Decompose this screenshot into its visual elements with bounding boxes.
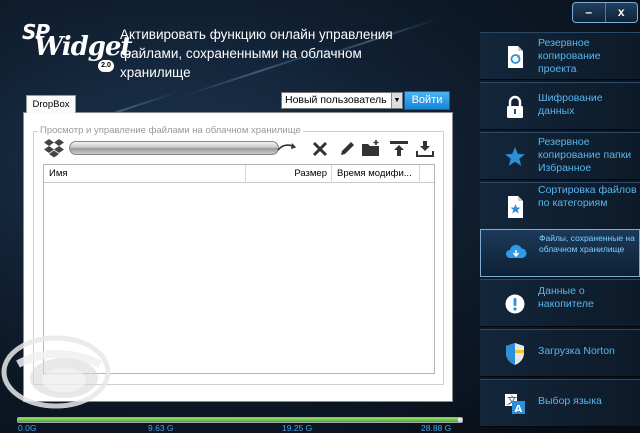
sidebar-item-cloud-files[interactable]: Файлы, сохраненные на облачном хранилище: [480, 229, 640, 277]
header-title: Активировать функцию онлайн управления ф…: [120, 27, 393, 80]
sidebar-item-label: Резервное копирование проекта: [538, 37, 601, 75]
sidebar-item-label: Сортировка файлов по категориям: [538, 184, 637, 209]
capacity-bar: [17, 417, 463, 423]
upload-icon[interactable]: [389, 140, 409, 158]
sidebar-item-language[interactable]: 文 A Выбор языка: [480, 379, 640, 427]
capacity-scale-label: 19.25 G: [282, 423, 313, 433]
column-header-modified[interactable]: Время модифи...: [332, 165, 420, 183]
path-bar: [69, 141, 279, 155]
capacity-scale-label: 0.0G: [18, 423, 37, 433]
window-controls: – x: [572, 2, 638, 23]
column-header-name[interactable]: Имя: [44, 165, 246, 183]
sidebar-item-sort-files[interactable]: Сортировка файлов по категориям: [480, 182, 640, 230]
backup-project-icon: [508, 46, 523, 68]
sidebar: Резервное копирование проекта Шифрование…: [480, 32, 640, 433]
sidebar-item-encryption[interactable]: Шифрование данных: [480, 82, 640, 130]
sidebar-item-label: Загрузка Norton: [538, 345, 615, 357]
sidebar-item-label: Резервное копирование папки Избранное: [538, 136, 632, 174]
download-icon[interactable]: [415, 140, 435, 158]
sidebar-item-label: Выбор языка: [538, 395, 602, 407]
back-arrow-icon[interactable]: [277, 141, 297, 153]
login-button[interactable]: Войти: [404, 91, 450, 110]
capacity-scale-label: 9.63 G: [148, 423, 174, 433]
lock-icon: [507, 95, 523, 118]
watermark-logo: [1, 335, 111, 409]
user-select[interactable]: Новый пользователь ▼: [281, 92, 403, 109]
chevron-down-icon[interactable]: ▼: [391, 93, 402, 108]
sidebar-item-label: Файлы, сохраненные на облачном хранилище: [539, 233, 635, 254]
sidebar-item-favorites-backup[interactable]: Резервное копирование папки Избранное: [480, 132, 640, 180]
app-logo: SP Widget 2.0: [14, 18, 133, 76]
favorites-star-icon: [505, 147, 525, 166]
edit-icon[interactable]: [337, 140, 357, 158]
sidebar-item-label: Шифрование данных: [538, 92, 603, 117]
dropbox-icon: [44, 139, 64, 158]
column-header-size[interactable]: Размер: [246, 165, 332, 183]
sidebar-item-backup-project[interactable]: Резервное копирование проекта: [480, 32, 640, 80]
svg-text:A: A: [515, 404, 523, 415]
new-folder-icon[interactable]: [361, 140, 381, 158]
sort-files-icon: [508, 196, 523, 218]
norton-shield-icon: [506, 343, 524, 365]
cloud-icon: [506, 244, 527, 258]
user-select-value: Новый пользователь: [285, 94, 387, 106]
tab-dropbox[interactable]: DropBox: [26, 95, 76, 113]
table-header: Имя Размер Время модифи...: [44, 165, 434, 183]
logo-version-badge: 2.0: [98, 60, 114, 72]
sidebar-item-norton-download[interactable]: Загрузка Norton: [480, 329, 640, 377]
minimize-button[interactable]: –: [573, 3, 605, 22]
logo-widget-text: Widget: [34, 32, 133, 62]
close-button[interactable]: x: [604, 3, 638, 22]
app-window: SP Widget 2.0 Активировать функцию онлай…: [0, 0, 640, 433]
delete-icon[interactable]: [310, 140, 330, 158]
sidebar-item-label: Данные о накопителе: [538, 285, 594, 310]
language-icon: 文 A: [505, 394, 525, 415]
capacity-bar-fill: [18, 418, 458, 422]
info-icon: [505, 294, 525, 314]
group-title: Просмотр и управление файлами на облачно…: [38, 125, 303, 136]
capacity-scale-label: 28.88 G: [421, 423, 452, 433]
sidebar-item-drive-info[interactable]: Данные о накопителе: [480, 279, 640, 327]
